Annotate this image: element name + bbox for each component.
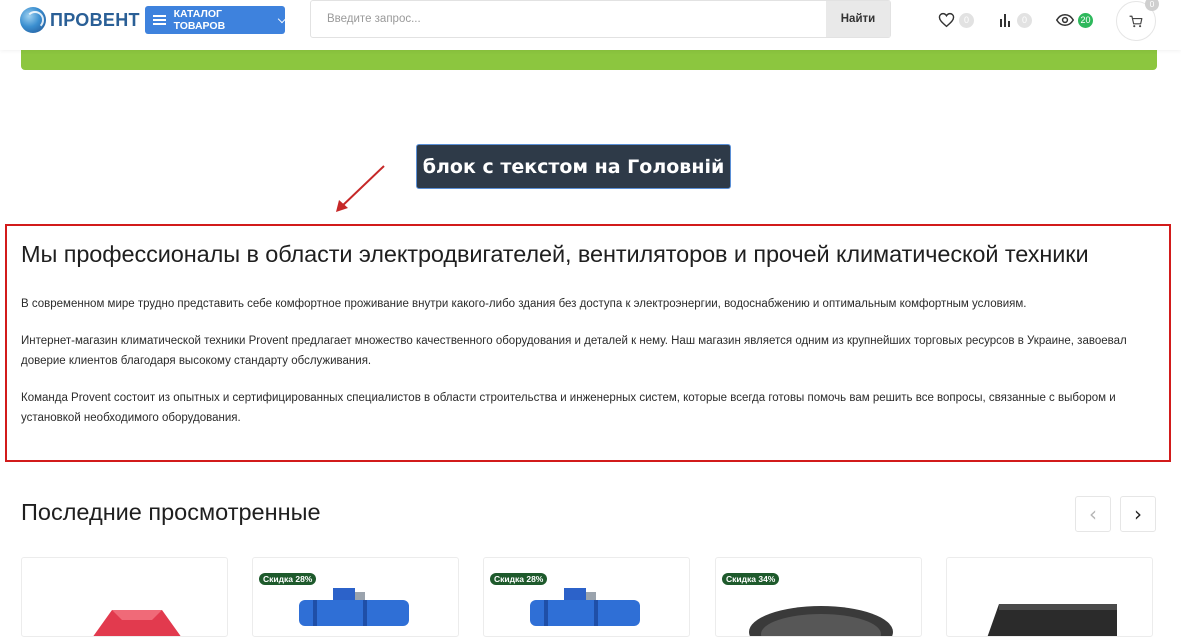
bar-chart-icon (1000, 14, 1010, 27)
annotation-arrow-icon (336, 165, 385, 212)
search-button[interactable]: Найти (826, 1, 890, 37)
product-image (987, 604, 1117, 636)
product-card[interactable] (21, 557, 228, 637)
compare-count: 0 (1017, 12, 1032, 28)
product-image (299, 588, 409, 626)
chevron-down-icon (277, 14, 287, 23)
viewed-link[interactable]: 20 (1056, 11, 1093, 29)
search-bar: Найти (310, 0, 891, 38)
cart-icon (1129, 15, 1143, 27)
wishlist-link[interactable]: 0 (938, 11, 974, 29)
discount-badge: Скидка 34% (722, 573, 780, 585)
seo-paragraph: Команда Provent состоит из опытных и сер… (21, 392, 1116, 424)
product-card[interactable]: Скидка 34% (715, 557, 922, 637)
product-card[interactable] (946, 557, 1153, 637)
recently-viewed-title: Последние просмотренные (21, 499, 321, 525)
heart-icon (938, 12, 955, 28)
seo-title: Мы профессионалы в области электродвигат… (21, 241, 1089, 267)
product-card[interactable]: Скидка 28% (252, 557, 459, 637)
logo-icon (20, 7, 46, 33)
discount-badge: Скидка 28% (259, 573, 317, 585)
carousel-next-button[interactable]: › (1120, 496, 1156, 532)
catalog-label: КАТАЛОГ ТОВАРОВ (173, 8, 226, 32)
product-image (93, 610, 181, 636)
seo-paragraph: В современном мире трудно представить се… (21, 298, 1027, 310)
carousel-prev-button[interactable]: ‹ (1075, 496, 1111, 532)
discount-badge: Скидка 28% (490, 573, 548, 585)
compare-link[interactable]: 0 (999, 11, 1032, 29)
product-card[interactable]: Скидка 28% (483, 557, 690, 637)
logo-text: ПРОВЕНТ (50, 9, 140, 30)
seo-paragraph: Интернет-магазин климатической техники P… (21, 335, 1127, 367)
eye-icon (1056, 13, 1074, 27)
site-header: ПРОВЕНТ КАТАЛОГ ТОВАРОВ Найти 0 0 20 (0, 0, 1181, 50)
catalog-button[interactable]: КАТАЛОГ ТОВАРОВ (145, 6, 287, 34)
product-image (530, 588, 640, 626)
wishlist-count: 0 (959, 12, 974, 28)
search-input[interactable] (311, 1, 827, 37)
annotation-label: блок с текстом на Головній (416, 144, 731, 189)
viewed-count: 20 (1078, 12, 1093, 28)
logo[interactable]: ПРОВЕНТ (20, 6, 140, 34)
menu-icon (153, 15, 166, 25)
